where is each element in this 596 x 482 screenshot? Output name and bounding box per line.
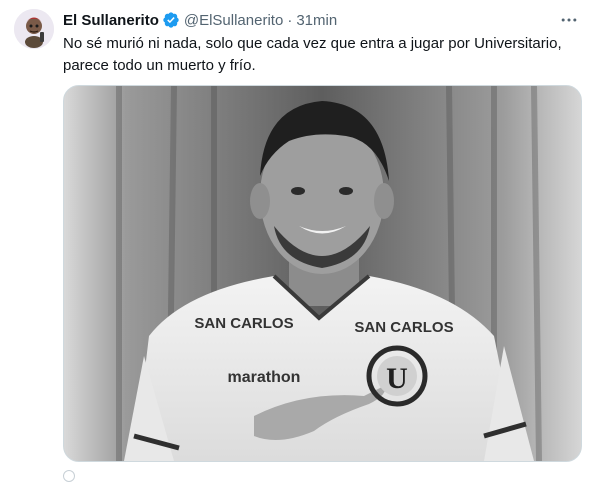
- tweet-photo[interactable]: U SAN CARLOS SAN CARLOS marathon: [63, 85, 582, 462]
- tweet-text-line-2: parece todo un muerto y frío.: [63, 57, 256, 74]
- tweet-timestamp[interactable]: 31min: [296, 12, 337, 29]
- tweet-text: No sé murió ni nada, solo que cada vez q…: [63, 33, 583, 77]
- author-name[interactable]: El Sullanerito: [63, 12, 159, 29]
- reply-icon[interactable]: [63, 470, 75, 482]
- shirt-sponsor-left: SAN CARLOS: [194, 315, 293, 332]
- shirt-crest-letter: U: [386, 362, 408, 395]
- shirt-sponsor-right: SAN CARLOS: [354, 319, 453, 336]
- verified-badge-icon[interactable]: [162, 11, 180, 29]
- more-options-icon[interactable]: [556, 9, 582, 31]
- tweet-header: El Sullanerito @ElSullanerito · 31min: [63, 10, 582, 30]
- header-separator: ·: [287, 11, 293, 29]
- avatar-image: [14, 9, 54, 49]
- shirt-brand-text: marathon: [228, 369, 301, 386]
- tweet-text-line-1: No sé murió ni nada, solo que cada vez q…: [63, 35, 562, 52]
- author-handle[interactable]: @ElSullanerito: [184, 12, 283, 29]
- player-photo: U SAN CARLOS SAN CARLOS marathon: [64, 86, 581, 461]
- author-avatar[interactable]: [14, 9, 54, 49]
